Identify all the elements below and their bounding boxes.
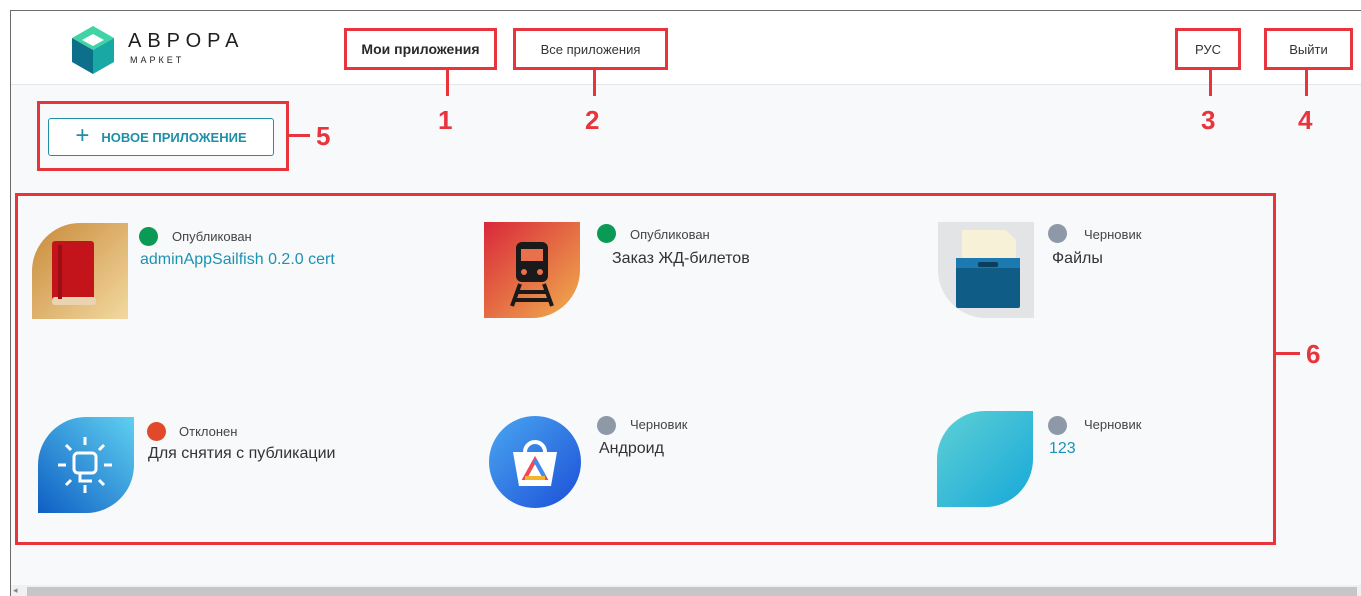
app-name-link[interactable]: 123 (1049, 440, 1076, 458)
folder-icon (938, 222, 1034, 318)
annotation-label-2: 2 (585, 105, 600, 135)
app-store-icon (489, 416, 581, 508)
logout-link[interactable]: Выйти (1265, 29, 1352, 69)
app-name-link[interactable]: Для снятия с публикации (148, 445, 335, 463)
scrollbar-thumb[interactable] (27, 587, 1357, 596)
annotation-leader-6 (1276, 352, 1300, 355)
app-name-link[interactable]: Андроид (599, 440, 664, 458)
status-label: Опубликован (172, 229, 252, 244)
new-app-label: НОВОЕ ПРИЛОЖЕНИЕ (101, 129, 247, 145)
nav-all-apps[interactable]: Все приложения (514, 29, 667, 69)
book-icon (32, 223, 128, 319)
plus-icon: + (75, 122, 90, 149)
logo-title: АВРОРА (128, 30, 245, 52)
status-label: Черновик (630, 417, 688, 432)
logo[interactable]: АВРОРА МАРКЕТ (70, 24, 290, 78)
status-label: Черновик (1084, 227, 1142, 242)
annotation-leader-5 (289, 134, 310, 137)
app-name-link[interactable]: adminAppSailfish 0.2.0 cert (140, 251, 335, 269)
annotation-label-5: 5 (316, 121, 331, 151)
horizontal-scrollbar[interactable]: ◂ (11, 585, 1361, 596)
status-dot (139, 227, 158, 246)
status-dot (1048, 224, 1067, 243)
status-dot (597, 416, 616, 435)
annotation-label-4: 4 (1298, 105, 1313, 135)
language-switch[interactable]: РУС (1176, 29, 1240, 69)
status-label: Отклонен (179, 424, 238, 439)
annotation-label-3: 3 (1201, 105, 1216, 135)
train-icon (484, 222, 580, 318)
sun-icon (38, 417, 134, 513)
logo-cube-icon (72, 26, 114, 74)
annotation-label-1: 1 (438, 105, 453, 135)
status-label: Опубликован (630, 227, 710, 242)
status-label: Черновик (1084, 417, 1142, 432)
annotation-leader-3 (1209, 70, 1212, 96)
annotation-leader-4 (1305, 70, 1308, 96)
logo-subtitle: МАРКЕТ (130, 55, 185, 65)
app-name-link[interactable]: Файлы (1052, 250, 1103, 268)
status-dot (1048, 416, 1067, 435)
annotation-leader-2 (593, 70, 596, 96)
new-app-button[interactable]: + НОВОЕ ПРИЛОЖЕНИЕ (48, 118, 274, 156)
status-dot (597, 224, 616, 243)
status-dot (147, 422, 166, 441)
nav-my-apps[interactable]: Мои приложения (345, 29, 496, 69)
leaf-placeholder-icon (937, 411, 1033, 507)
app-name-link[interactable]: Заказ ЖД-билетов (612, 250, 750, 268)
scroll-left-icon[interactable]: ◂ (13, 585, 18, 596)
annotation-label-6: 6 (1306, 339, 1321, 369)
annotation-leader-1 (446, 70, 449, 96)
app-window (10, 10, 1361, 596)
